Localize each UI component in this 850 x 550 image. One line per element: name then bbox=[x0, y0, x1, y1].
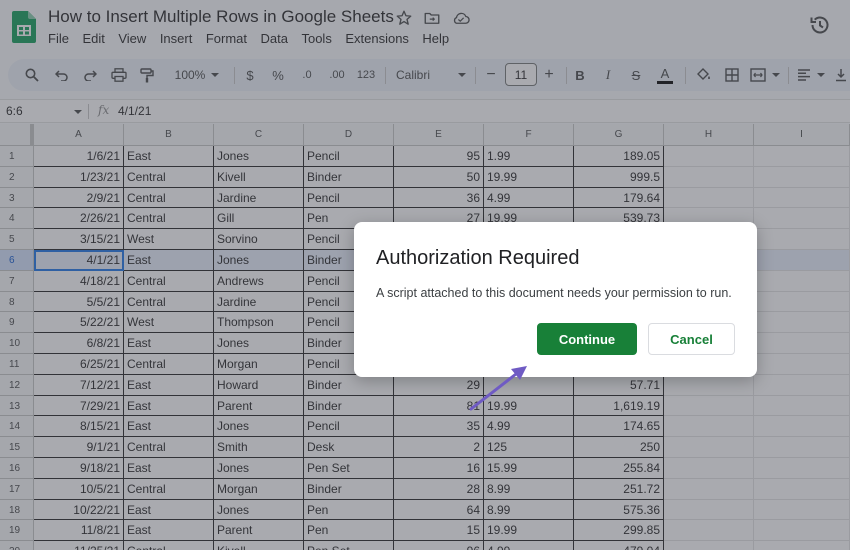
dialog-message: A script attached to this document needs… bbox=[376, 286, 732, 300]
cancel-button[interactable]: Cancel bbox=[648, 323, 735, 355]
continue-button[interactable]: Continue bbox=[537, 323, 637, 355]
authorization-dialog: Authorization Required A script attached… bbox=[354, 222, 757, 377]
dialog-title: Authorization Required bbox=[376, 247, 580, 269]
